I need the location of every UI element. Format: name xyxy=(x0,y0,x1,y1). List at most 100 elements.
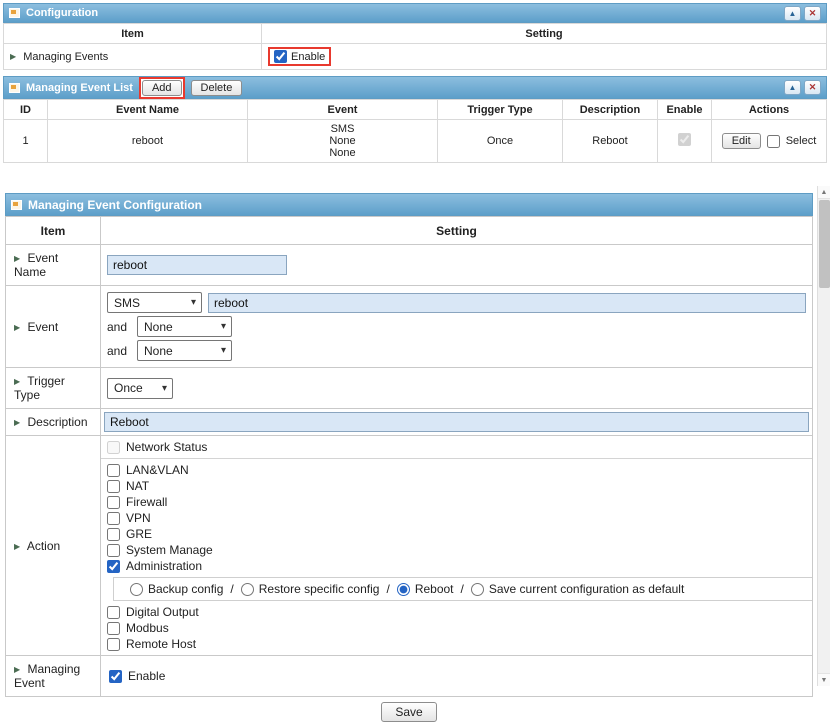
item-arrow-icon: ▶ xyxy=(14,377,20,386)
event-and2-selected-value: None xyxy=(144,344,173,358)
row-enable-checkbox xyxy=(678,133,691,146)
administration-checkbox[interactable] xyxy=(107,560,120,573)
event-config-table: Item Setting ▶ Event Name ▶ Event xyxy=(5,216,813,697)
firewall-label: Firewall xyxy=(126,495,167,509)
trigger-type-select[interactable]: Once ▾ xyxy=(107,378,173,399)
vertical-scrollbar[interactable]: ▲ ▼ xyxy=(817,186,830,686)
item-arrow-icon: ▶ xyxy=(14,542,20,551)
event-and2-select[interactable]: None ▾ xyxy=(137,340,232,361)
event-config-header: Managing Event Configuration xyxy=(5,193,813,216)
item-arrow-icon: ▶ xyxy=(14,665,20,674)
system-manage-checkbox[interactable] xyxy=(107,544,120,557)
row-trigger-type: ▶ Trigger Type Once ▾ xyxy=(6,368,813,409)
column-header-trigger-type: Trigger Type xyxy=(438,100,563,120)
row-description: ▶ Description xyxy=(6,409,813,436)
managing-event-configuration-dialog: Managing Event Configuration Item Settin… xyxy=(5,193,813,727)
reboot-radio[interactable] xyxy=(397,583,410,596)
managing-events-enable-checkbox[interactable] xyxy=(274,50,287,63)
collapse-button[interactable]: ▲ xyxy=(784,6,801,21)
configuration-panel: Configuration ▲ ✕ Item Setting ▶ Managin… xyxy=(3,3,827,70)
trigger-type-label: Trigger Type xyxy=(14,374,65,402)
save-default-radio[interactable] xyxy=(471,583,484,596)
column-header-event: Event xyxy=(248,100,438,120)
item-arrow-icon: ▶ xyxy=(14,323,20,332)
gre-checkbox[interactable] xyxy=(107,528,120,541)
column-header-description: Description xyxy=(563,100,658,120)
select-label: Select xyxy=(786,135,817,147)
item-arrow-icon: ▶ xyxy=(14,254,20,263)
and-label: and xyxy=(107,320,131,334)
chevron-down-icon: ▾ xyxy=(221,321,226,332)
restore-config-radio[interactable] xyxy=(241,583,254,596)
cell-event-name: reboot xyxy=(48,120,248,163)
chevron-down-icon: ▾ xyxy=(191,297,196,308)
trigger-type-selected-value: Once xyxy=(114,381,143,395)
add-button[interactable]: Add xyxy=(142,80,182,96)
network-status-label: Network Status xyxy=(126,440,207,454)
column-header-id: ID xyxy=(4,100,48,120)
event-name-input[interactable] xyxy=(107,255,287,275)
event-name-label: Event Name xyxy=(14,251,58,279)
panel-icon xyxy=(9,8,20,18)
row-event: ▶ Event SMS ▾ and None xyxy=(6,286,813,368)
restore-config-label: Restore specific config xyxy=(259,582,380,596)
managing-events-label: Managing Events xyxy=(23,51,108,63)
row-event-name: ▶ Event Name xyxy=(6,245,813,286)
digital-output-checkbox[interactable] xyxy=(107,606,120,619)
highlight-box-enable: Enable xyxy=(268,47,331,66)
modbus-checkbox[interactable] xyxy=(107,622,120,635)
item-arrow-icon: ▶ xyxy=(14,418,20,427)
highlight-box-add: Add xyxy=(139,77,185,99)
window-buttons: ▲ ✕ xyxy=(784,80,821,95)
firewall-checkbox[interactable] xyxy=(107,496,120,509)
cell-description: Reboot xyxy=(563,120,658,163)
event-and1-select[interactable]: None ▾ xyxy=(137,316,232,337)
system-manage-label: System Manage xyxy=(126,543,213,557)
edit-button[interactable]: Edit xyxy=(722,133,761,149)
save-button[interactable]: Save xyxy=(381,702,436,722)
table-row: ▶ Managing Events Enable xyxy=(4,44,827,70)
save-default-label: Save current configuration as default xyxy=(489,582,684,596)
reboot-label: Reboot xyxy=(415,582,454,596)
description-input[interactable] xyxy=(104,412,809,432)
close-button[interactable]: ✕ xyxy=(804,80,821,95)
description-label: Description xyxy=(28,415,88,429)
column-header-actions: Actions xyxy=(712,100,827,120)
panel-icon xyxy=(11,200,22,210)
cell-id: 1 xyxy=(4,120,48,163)
remote-host-checkbox[interactable] xyxy=(107,638,120,651)
column-header-event-name: Event Name xyxy=(48,100,248,120)
event-list-table: ID Event Name Event Trigger Type Descrip… xyxy=(3,99,827,163)
collapse-button[interactable]: ▲ xyxy=(784,80,801,95)
row-managing-event: ▶ Managing Event Enable xyxy=(6,656,813,697)
vpn-label: VPN xyxy=(126,511,151,525)
column-header-setting: Setting xyxy=(101,217,813,245)
event-list-panel-header: Managing Event List Add Delete ▲ ✕ xyxy=(3,76,827,99)
nat-label: NAT xyxy=(126,479,149,493)
event-list-panel-title: Managing Event List xyxy=(26,82,133,94)
delete-button[interactable]: Delete xyxy=(191,80,243,96)
gre-label: GRE xyxy=(126,527,152,541)
event-value-input[interactable] xyxy=(208,293,806,313)
scroll-up-button[interactable]: ▲ xyxy=(818,186,830,199)
chevron-down-icon: ▾ xyxy=(162,383,167,394)
lan-vlan-checkbox[interactable] xyxy=(107,464,120,477)
close-button[interactable]: ✕ xyxy=(804,6,821,21)
lan-vlan-label: LAN&VLAN xyxy=(126,463,189,477)
backup-config-label: Backup config xyxy=(148,582,223,596)
row-action: ▶ Action Network Status LAN&VLAN xyxy=(6,436,813,656)
cell-event: SMS None None xyxy=(254,123,431,159)
action-label: Action xyxy=(27,539,60,553)
vpn-checkbox[interactable] xyxy=(107,512,120,525)
nat-checkbox[interactable] xyxy=(107,480,120,493)
event-type-select[interactable]: SMS ▾ xyxy=(107,292,202,313)
backup-config-radio[interactable] xyxy=(130,583,143,596)
scrollbar-thumb[interactable] xyxy=(819,200,830,288)
scroll-down-button[interactable]: ▼ xyxy=(818,673,830,686)
row-select-checkbox[interactable] xyxy=(767,135,780,148)
event-list-row: 1 reboot SMS None None Once Reboot Edit xyxy=(4,120,827,163)
enable-label: Enable xyxy=(291,51,325,63)
configuration-table: Item Setting ▶ Managing Events Enable xyxy=(3,23,827,70)
column-header-item: Item xyxy=(4,24,262,44)
managing-event-enable-checkbox[interactable] xyxy=(109,670,122,683)
